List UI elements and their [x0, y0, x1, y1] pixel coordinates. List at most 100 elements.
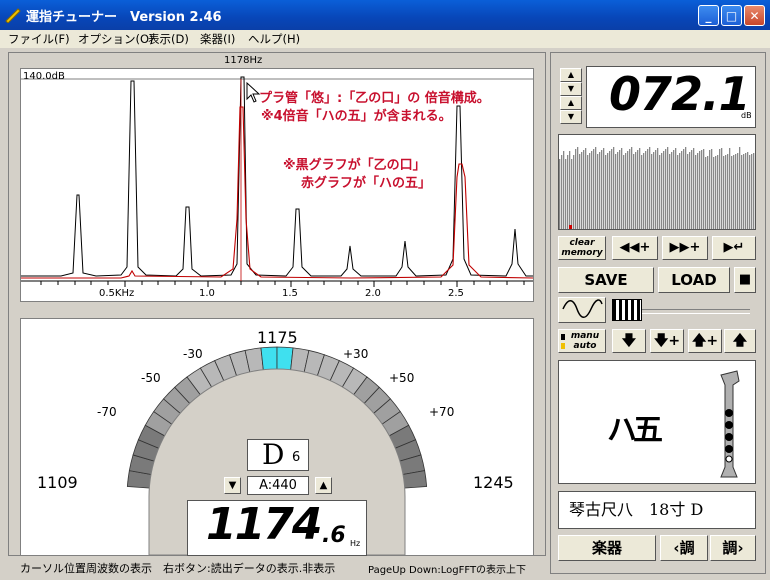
- frequency-display: 1174 .6 Hz: [187, 499, 367, 556]
- menu-instrument[interactable]: 楽器(I): [200, 31, 235, 47]
- shakuhachi-fingering-icon: [720, 370, 740, 478]
- menu-help[interactable]: ヘルプ(H): [248, 31, 300, 47]
- level-bar: [707, 156, 709, 229]
- sine-wave-icon: [562, 299, 603, 318]
- menu-file[interactable]: ファイル(F): [8, 31, 70, 47]
- level-down-button[interactable]: ▼: [560, 110, 582, 124]
- level-bar: [633, 154, 635, 229]
- level-bar: [607, 153, 609, 229]
- cursor-freq-label: 1178Hz: [224, 55, 263, 66]
- down-arrow-button[interactable]: 🡇: [612, 329, 646, 353]
- spectrum-graph[interactable]: 140.0dB 0.5KHz 1.0 1.5 2.0 2.5 プラ管「悠」:「乙…: [20, 68, 534, 302]
- menu-options[interactable]: オプション(O): [78, 31, 154, 47]
- play-button[interactable]: ▶↵: [712, 236, 756, 260]
- memory-marker: [569, 225, 572, 229]
- level-bar: [727, 154, 729, 229]
- level-bar: [715, 156, 717, 229]
- center-freq-label: 1175: [257, 328, 298, 347]
- menu-view[interactable]: 表示(D): [148, 31, 189, 47]
- level-bar: [601, 150, 603, 229]
- level-bar: [559, 159, 561, 229]
- level-bar: [661, 153, 663, 229]
- annotation-line-1: プラ管「悠」:「乙の口」の 倍音構成。: [259, 91, 490, 106]
- a-ref-down-button[interactable]: ▼: [224, 477, 241, 494]
- waveform-toggle-button[interactable]: [558, 297, 606, 323]
- level-bar: [587, 155, 589, 229]
- close-button[interactable]: ✕: [744, 5, 765, 26]
- up-arrow-button[interactable]: 🡅: [724, 329, 756, 353]
- tuner-panel: 1175 1109 1245 -70 -50 -30 +30 +50 +70 D…: [20, 318, 534, 556]
- instrument-button[interactable]: 楽器: [558, 535, 656, 561]
- level-bar: [723, 156, 725, 229]
- level-bar: [703, 149, 705, 229]
- fast-forward-button[interactable]: ▶▶+: [662, 236, 708, 260]
- level-bar: [665, 149, 667, 229]
- level-bar: [673, 150, 675, 229]
- level-bar: [655, 150, 657, 229]
- a-ref-up-button[interactable]: ▲: [315, 477, 332, 494]
- level-bar: [729, 148, 731, 229]
- level-bar: [653, 152, 655, 229]
- level-bar: [603, 148, 605, 229]
- instrument-name: 琴古尺八 18寸 D: [558, 491, 756, 529]
- mouse-cursor: [246, 81, 261, 103]
- down-plus-button[interactable]: 🡇+: [650, 329, 684, 353]
- level-bar: [613, 147, 615, 229]
- level-bar: [647, 149, 649, 229]
- minimize-button[interactable]: _: [698, 5, 719, 26]
- level-bar: [733, 155, 735, 229]
- db-unit: dB: [741, 111, 752, 120]
- level-bar: [745, 153, 747, 229]
- range-down-button[interactable]: ▼: [560, 82, 582, 96]
- level-bar: [677, 155, 679, 229]
- save-button[interactable]: SAVE: [558, 267, 654, 293]
- level-bar: [563, 151, 565, 229]
- level-bar: [657, 148, 659, 229]
- up-plus-button[interactable]: 🡅+: [688, 329, 722, 353]
- level-bar: [687, 154, 689, 229]
- level-bar: [585, 148, 587, 229]
- tune-up-button[interactable]: 調›: [710, 535, 756, 561]
- right-freq-label: 1245: [473, 473, 514, 492]
- freq-unit: Hz: [350, 539, 361, 548]
- db-value: 072.1: [609, 67, 751, 121]
- level-bar: [695, 155, 697, 229]
- level-bar: [561, 155, 563, 229]
- auto-indicator: [561, 343, 565, 349]
- level-bar: [637, 150, 639, 229]
- sensitivity-slider[interactable]: [610, 297, 756, 323]
- stop-button[interactable]: ■: [734, 267, 756, 293]
- level-bar: [569, 151, 571, 229]
- level-bar: [627, 151, 629, 229]
- clear-memory-button[interactable]: clear memory: [558, 236, 606, 260]
- title-bar: 運指チューナー Version 2.46 _ □ ✕: [0, 0, 770, 30]
- x-tick-label: 2.0: [365, 288, 381, 299]
- level-bar: [749, 155, 751, 229]
- level-bar: [705, 157, 707, 229]
- level-bar: [679, 153, 681, 229]
- maximize-button[interactable]: □: [721, 5, 742, 26]
- x-tick-label: 2.5: [448, 288, 464, 299]
- level-bar: [611, 149, 613, 229]
- level-bar: [721, 148, 723, 229]
- level-up-button[interactable]: ▲: [560, 96, 582, 110]
- level-bar: [589, 153, 591, 229]
- level-history-svg: [559, 147, 755, 229]
- slider-thumb[interactable]: [612, 299, 642, 321]
- level-bar: [701, 150, 703, 229]
- level-bar: [671, 152, 673, 229]
- range-up-button[interactable]: ▲: [560, 68, 582, 82]
- fingering-notation: ハ五: [607, 413, 663, 448]
- level-bar: [639, 148, 641, 229]
- annotation-line-2: ※4倍音「ハの五」が含まれる。: [261, 109, 452, 124]
- rewind-button[interactable]: ◀◀+: [612, 236, 658, 260]
- tune-down-button[interactable]: ‹調: [660, 535, 708, 561]
- level-bar: [597, 154, 599, 229]
- note-octave: 6: [292, 450, 301, 465]
- memory-label: memory: [561, 248, 603, 258]
- load-button[interactable]: LOAD: [658, 267, 730, 293]
- db-display: 072.1 dB: [586, 66, 756, 128]
- level-bar: [651, 154, 653, 229]
- cent-label: -30: [183, 347, 203, 361]
- manual-auto-toggle[interactable]: manu auto: [558, 329, 606, 353]
